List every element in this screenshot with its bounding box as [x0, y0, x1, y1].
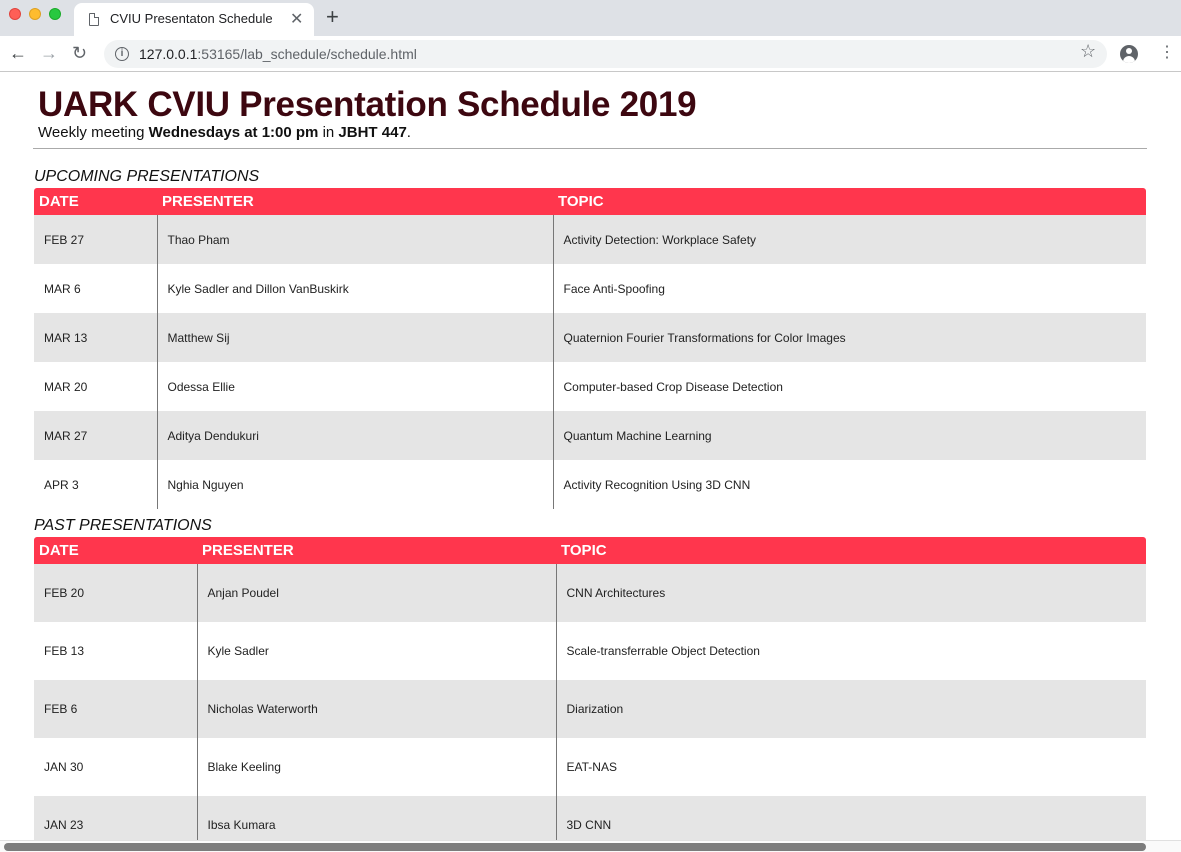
close-window-button[interactable]	[9, 8, 21, 20]
column-header-presenter: PRESENTER	[162, 193, 254, 210]
topic-cell: Quantum Machine Learning	[552, 411, 1146, 460]
presenter-cell: Blake Keeling	[196, 738, 556, 796]
scrollbar-thumb[interactable]	[4, 843, 1146, 851]
account-icon[interactable]	[1120, 45, 1138, 63]
date-cell: JAN 30	[44, 760, 84, 774]
url-host: 127.0.0.1	[139, 46, 198, 62]
presenter-cell: Thao Pham	[156, 215, 553, 264]
upcoming-table: DATE PRESENTER TOPIC FEB 27 Thao Pham Acti…	[34, 188, 1146, 509]
topic-cell: Face Anti-Spoofing	[552, 264, 1146, 313]
meeting-time: Wednesdays at 1:00 pm	[148, 124, 319, 141]
column-header-date: DATE	[39, 193, 79, 210]
table-row: MAR 6 Kyle Sadler and Dillon VanBuskirk Fa…	[34, 264, 1146, 313]
presenter-cell: Kyle Sadler and Dillon VanBuskirk	[156, 264, 553, 313]
presenter-cell: Matthew Sij	[156, 313, 553, 362]
presenter-cell: Anjan Poudel	[196, 564, 556, 622]
presenter-cell: Kyle Sadler	[196, 622, 556, 680]
date-cell: FEB 13	[44, 644, 85, 658]
minimize-window-button[interactable]	[29, 8, 41, 20]
topic-cell: EAT-NAS	[555, 738, 1146, 796]
back-button[interactable]: ←	[9, 42, 27, 64]
date-cell: FEB 6	[44, 702, 78, 716]
address-bar[interactable]: i 127.0.0.1:53165/lab_schedule/schedule.…	[104, 40, 1107, 68]
date-cell: MAR 6	[44, 281, 81, 296]
table-row: MAR 20 Odessa Ellie Computer-based Crop Di…	[34, 362, 1146, 411]
new-tab-button[interactable]: +	[326, 5, 339, 29]
bookmark-star-icon[interactable]: ☆	[1080, 41, 1096, 62]
page-title: UARK CVIU Presentation Schedule 2019	[38, 85, 697, 124]
table-row: APR 3 Nghia Nguyen Activity Recognition Us…	[34, 460, 1146, 509]
table-row: JAN 30 Blake Keeling EAT-NAS	[34, 738, 1146, 796]
forward-button[interactable]: →	[40, 42, 58, 64]
table-row: FEB 20 Anjan Poudel CNN Architectures	[34, 564, 1146, 622]
topic-cell: Diarization	[555, 680, 1146, 738]
topic-cell: Scale-transferrable Object Detection	[555, 622, 1146, 680]
date-cell: APR 3	[44, 477, 79, 492]
subtitle-prefix: Weekly meeting	[38, 124, 149, 141]
date-cell: FEB 27	[44, 232, 85, 247]
url-text[interactable]: 127.0.0.1:53165/lab_schedule/schedule.ht…	[139, 46, 417, 62]
date-cell: MAR 20	[44, 379, 88, 394]
horizontal-scrollbar[interactable]	[0, 840, 1181, 852]
tab-title: CVIU Presentaton Schedule	[110, 11, 273, 26]
column-header-presenter: PRESENTER	[202, 542, 294, 559]
table-header-row: DATE PRESENTER TOPIC	[34, 188, 1146, 215]
table-row: MAR 13 Matthew Sij Quaternion Fourier Tran…	[34, 313, 1146, 362]
meeting-room: JBHT 447	[338, 124, 407, 141]
header-divider	[33, 148, 1147, 149]
menu-icon[interactable]: ⋮	[1159, 44, 1175, 62]
column-header-topic: TOPIC	[561, 542, 607, 559]
topic-cell: Computer-based Crop Disease Detection	[552, 362, 1146, 411]
table-row: MAR 27 Aditya Dendukuri Quantum Machine Le…	[34, 411, 1146, 460]
past-rows: FEB 20 Anjan Poudel CNN Architectures FEB 1…	[34, 564, 1146, 852]
page-content: UARK CVIU Presentation Schedule 2019 Wee…	[0, 73, 1181, 852]
maximize-window-button[interactable]	[49, 8, 61, 20]
presenter-cell: Nicholas Waterworth	[196, 680, 556, 738]
topic-cell: Quaternion Fourier Transformations for C…	[552, 313, 1146, 362]
presenter-cell: Aditya Dendukuri	[156, 411, 553, 460]
topic-cell: Activity Recognition Using 3D CNN	[552, 460, 1146, 509]
table-row: FEB 27 Thao Pham Activity Detection: Workp…	[34, 215, 1146, 264]
column-header-date: DATE	[39, 542, 79, 559]
reload-button[interactable]: ↻	[72, 42, 87, 64]
tab-close-icon[interactable]: ✕	[290, 9, 303, 29]
past-table: DATE PRESENTER TOPIC FEB 20 Anjan Poudel C…	[34, 537, 1146, 852]
info-icon[interactable]: i	[115, 47, 129, 61]
tab-bar: CVIU Presentaton Schedule ✕ +	[0, 0, 1181, 36]
url-path: :53165/lab_schedule/schedule.html	[197, 46, 417, 62]
table-header-row: DATE PRESENTER TOPIC	[34, 537, 1146, 564]
date-cell: MAR 13	[44, 330, 88, 345]
subtitle-suffix: .	[406, 124, 411, 141]
date-cell: FEB 20	[44, 586, 85, 600]
active-tab[interactable]: CVIU Presentaton Schedule ✕	[74, 3, 314, 36]
topic-cell: CNN Architectures	[555, 564, 1146, 622]
presenter-cell: Odessa Ellie	[156, 362, 553, 411]
upcoming-rows: FEB 27 Thao Pham Activity Detection: Workp…	[34, 215, 1146, 509]
presenter-cell: Nghia Nguyen	[156, 460, 553, 509]
table-row: FEB 13 Kyle Sadler Scale-transferrable Obj…	[34, 622, 1146, 680]
date-cell: MAR 27	[44, 428, 88, 443]
document-icon	[89, 13, 99, 26]
upcoming-heading: UPCOMING PRESENTATIONS	[34, 168, 260, 185]
past-heading: PAST PRESENTATIONS	[34, 517, 212, 534]
page-subtitle: Weekly meeting Wednesdays at 1:00 pm in …	[38, 124, 411, 141]
browser-toolbar: ← → ↻ i 127.0.0.1:53165/lab_schedule/sch…	[0, 36, 1181, 72]
subtitle-mid: in	[318, 124, 339, 141]
table-row: FEB 6 Nicholas Waterworth Diarization	[34, 680, 1146, 738]
topic-cell: Activity Detection: Workplace Safety	[552, 215, 1146, 264]
column-header-topic: TOPIC	[558, 193, 604, 210]
